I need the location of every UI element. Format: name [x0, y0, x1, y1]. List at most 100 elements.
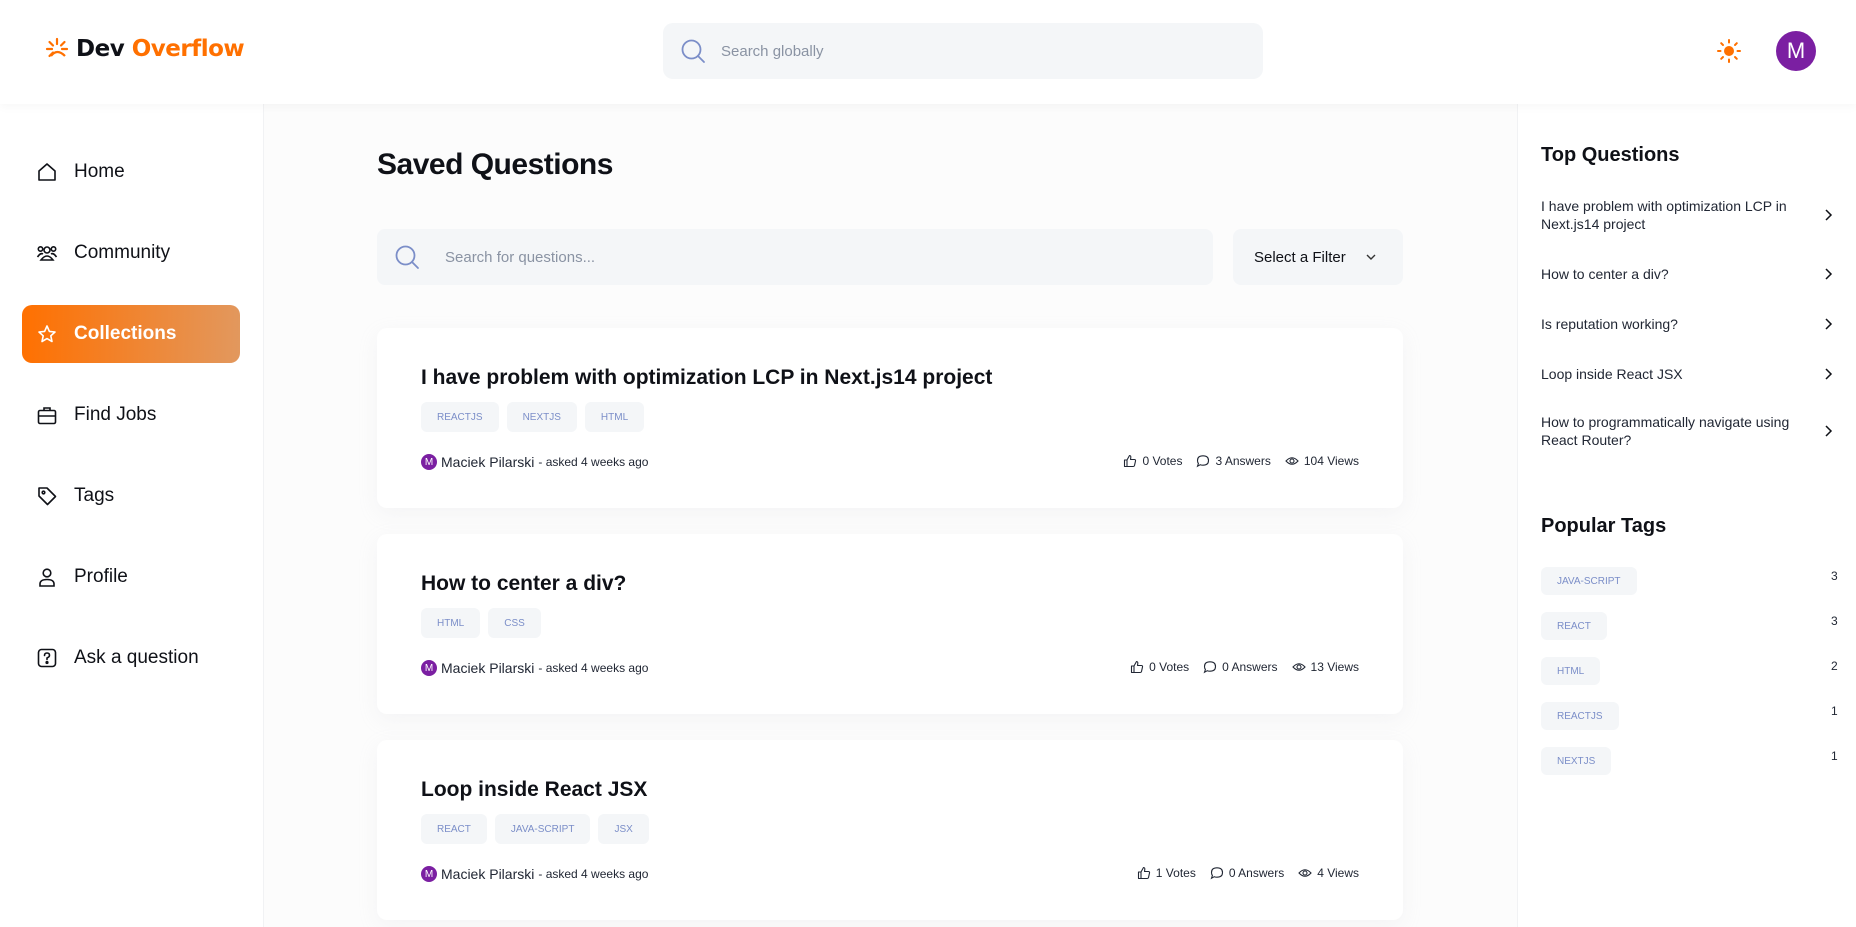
top-question-item[interactable]: How to center a div?	[1541, 265, 1841, 283]
question-metrics: 0 Votes 0 Answers 13 Views	[1130, 660, 1359, 674]
asked-time: - asked 4 weeks ago	[538, 455, 649, 469]
tag-chip[interactable]: JSX	[598, 814, 649, 844]
question-author: M Maciek Pilarski - asked 4 weeks ago	[421, 660, 648, 676]
sun-icon[interactable]	[1716, 38, 1742, 64]
top-question-text: How to center a div?	[1541, 266, 1669, 282]
top-question-item[interactable]: Is reputation working?	[1541, 315, 1841, 333]
sidebar-item-find-jobs[interactable]: Find Jobs	[22, 386, 240, 444]
tag-chip[interactable]: CSS	[488, 608, 541, 638]
tag-chip[interactable]: NEXTJS	[506, 402, 577, 432]
tag-chip[interactable]: HTML	[584, 402, 645, 432]
sidebar-item-label: Ask a question	[74, 647, 199, 668]
star-icon	[38, 325, 56, 343]
author-name[interactable]: Maciek Pilarski	[441, 660, 534, 676]
question-author: M Maciek Pilarski - asked 4 weeks ago	[421, 866, 648, 882]
question-card[interactable]: Loop inside React JSX REACT JAVA-SCRIPT …	[377, 740, 1403, 920]
question-search[interactable]	[377, 229, 1213, 285]
popular-tag-count: 1	[1831, 704, 1838, 718]
question-metrics: 0 Votes 3 Answers 104 Views	[1123, 454, 1359, 468]
answers-metric: 0 Answers	[1203, 660, 1278, 674]
author-name[interactable]: Maciek Pilarski	[441, 454, 534, 470]
sidebar-item-home[interactable]: Home	[22, 143, 240, 201]
question-tags: HTML CSS	[421, 608, 541, 638]
page-title: Saved Questions	[377, 148, 613, 181]
filter-select[interactable]: Select a Filter	[1233, 229, 1403, 285]
thumbs-up-icon	[1124, 454, 1137, 468]
question-title[interactable]: How to center a div?	[421, 572, 626, 596]
question-title[interactable]: Loop inside React JSX	[421, 778, 647, 802]
search-icon	[681, 39, 705, 63]
tag-chip[interactable]: REACT	[421, 814, 487, 844]
author-name[interactable]: Maciek Pilarski	[441, 866, 534, 882]
eye-icon	[1298, 869, 1312, 877]
global-search[interactable]	[663, 23, 1263, 79]
chevron-right-icon	[1825, 268, 1833, 280]
sidebar-item-label: Community	[74, 242, 171, 263]
question-title[interactable]: I have problem with optimization LCP in …	[421, 366, 992, 390]
views-metric: 13 Views	[1291, 660, 1359, 674]
top-question-text: Is reputation working?	[1541, 316, 1678, 332]
sidebar-item-label: Home	[74, 161, 125, 182]
question-icon	[37, 648, 57, 668]
right-sidebar: Top Questions I have problem with optimi…	[1517, 104, 1856, 927]
briefcase-icon	[37, 407, 57, 425]
author-avatar[interactable]: M	[421, 866, 437, 882]
tag-icon	[38, 487, 57, 506]
answers-metric: 0 Answers	[1210, 866, 1284, 880]
popular-tag-count: 1	[1831, 749, 1838, 763]
top-question-item[interactable]: I have problem with optimization LCP in …	[1541, 197, 1841, 233]
eye-icon	[1285, 457, 1299, 465]
votes-metric: 1 Votes	[1137, 866, 1196, 880]
message-icon	[1197, 455, 1210, 468]
sidebar-item-label: Tags	[74, 485, 115, 506]
question-search-input[interactable]	[445, 248, 1185, 266]
thumbs-up-icon	[1137, 866, 1150, 880]
popular-tag[interactable]: REACT	[1541, 612, 1607, 640]
chevron-right-icon	[1825, 368, 1833, 380]
sidebar-item-label: Profile	[74, 566, 128, 587]
popular-tag[interactable]: HTML	[1541, 657, 1601, 685]
question-card[interactable]: How to center a div? HTML CSS M Maciek P…	[377, 534, 1403, 714]
chevron-right-icon	[1825, 318, 1833, 330]
logo-icon	[45, 37, 69, 58]
question-card[interactable]: I have problem with optimization LCP in …	[377, 328, 1403, 508]
logo[interactable]: Dev Overflow	[44, 36, 245, 62]
top-question-item[interactable]: Loop inside React JSX	[1541, 365, 1841, 383]
sidebar-item-label: Collections	[74, 323, 177, 344]
top-question-text: Loop inside React JSX	[1541, 366, 1683, 382]
global-search-input[interactable]	[721, 42, 1241, 60]
user-icon	[39, 568, 55, 587]
top-question-item[interactable]: How to programmatically navigate using R…	[1541, 413, 1841, 449]
tag-chip[interactable]: REACTJS	[421, 402, 499, 432]
question-tags: REACT JAVA-SCRIPT JSX	[421, 814, 649, 844]
asked-time: - asked 4 weeks ago	[538, 661, 649, 675]
popular-tag[interactable]: JAVA-SCRIPT	[1541, 567, 1637, 595]
sidebar-item-profile[interactable]: Profile	[22, 548, 240, 606]
question-tags: REACTJS NEXTJS HTML	[421, 402, 645, 432]
tag-chip[interactable]: JAVA-SCRIPT	[494, 814, 591, 844]
chevron-down-icon	[1366, 254, 1376, 260]
author-avatar[interactable]: M	[421, 454, 437, 470]
chevron-right-icon	[1825, 209, 1833, 221]
message-icon	[1203, 661, 1217, 674]
views-metric: 104 Views	[1285, 454, 1359, 468]
votes-metric: 0 Votes	[1130, 660, 1189, 674]
author-avatar[interactable]: M	[421, 660, 437, 676]
sidebar-item-tags[interactable]: Tags	[22, 467, 240, 525]
tag-chip[interactable]: HTML	[421, 608, 481, 638]
home-icon	[38, 163, 56, 181]
popular-tag-count: 2	[1831, 659, 1838, 673]
main-content: Saved Questions Select a Filter I have p…	[264, 104, 1517, 927]
sidebar-item-community[interactable]: Community	[22, 224, 240, 282]
question-metrics: 1 Votes 0 Answers 4 Views	[1137, 866, 1359, 880]
popular-tag[interactable]: NEXTJS	[1541, 747, 1612, 775]
sidebar-item-collections[interactable]: Collections	[22, 305, 240, 363]
logo-text-dev: Dev	[76, 36, 132, 62]
question-author: M Maciek Pilarski - asked 4 weeks ago	[421, 454, 648, 470]
sidebar-item-ask-question[interactable]: Ask a question	[22, 629, 240, 687]
popular-tag[interactable]: REACTJS	[1541, 702, 1619, 730]
thumbs-up-icon	[1131, 660, 1144, 674]
user-avatar[interactable]: M	[1776, 31, 1816, 71]
popular-tag-count: 3	[1831, 569, 1838, 583]
votes-metric: 0 Votes	[1123, 454, 1182, 468]
